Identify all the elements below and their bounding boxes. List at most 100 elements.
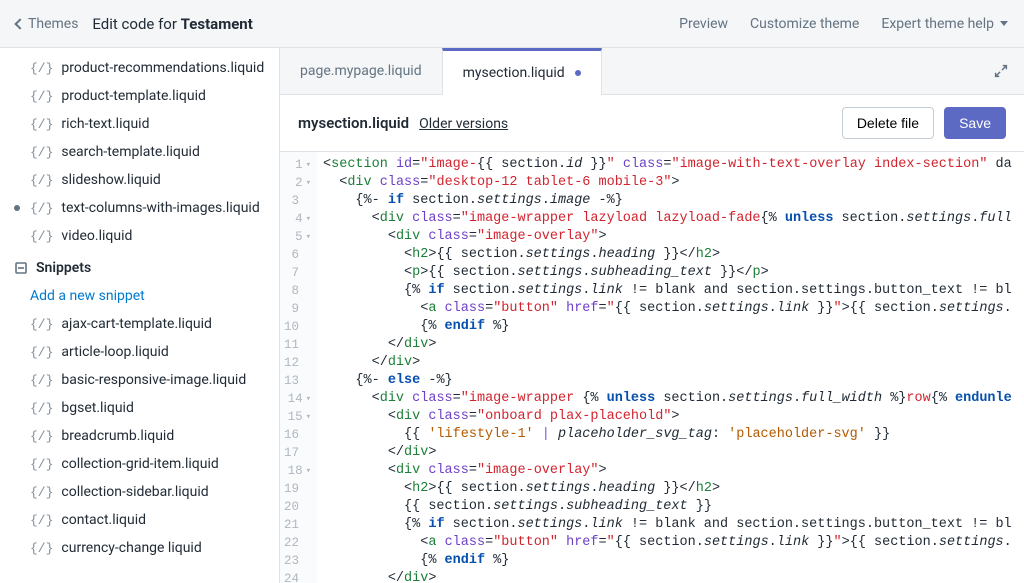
line-number: 8: [284, 282, 311, 300]
code-editor[interactable]: 1▾2▾34▾5▾67891011121314▾15▾161718▾192021…: [280, 152, 1024, 583]
file-item[interactable]: {/}text-columns-with-images.liquid: [0, 194, 279, 222]
file-item[interactable]: {/} basic-responsive-image.liquid: [0, 366, 279, 394]
code-line[interactable]: <a class="button" href="{{ section.setti…: [323, 300, 1024, 318]
code-line[interactable]: <div class="desktop-12 tablet-6 mobile-3…: [323, 174, 1024, 192]
code-line[interactable]: <div class="image-wrapper lazyload lazyl…: [323, 210, 1024, 228]
code-line[interactable]: {% endif %}: [323, 552, 1024, 570]
code-file-icon: {/}: [30, 429, 53, 444]
line-number: 16: [284, 426, 311, 444]
fold-icon[interactable]: ▾: [306, 462, 311, 480]
line-number: 3: [284, 192, 311, 210]
line-number: 10: [284, 318, 311, 336]
delete-file-button[interactable]: Delete file: [842, 107, 934, 139]
line-number: 22: [284, 534, 311, 552]
code-line[interactable]: {%- if section.settings.image -%}: [323, 192, 1024, 210]
editor: page.mypage.liquid mysection.liquid mysec…: [280, 48, 1024, 583]
code-line[interactable]: <section id="image-{{ section.id }}" cla…: [323, 156, 1024, 174]
code-line[interactable]: <a class="button" href="{{ section.setti…: [323, 534, 1024, 552]
fold-icon[interactable]: ▾: [306, 408, 311, 426]
snippets-header[interactable]: Snippets: [0, 250, 279, 282]
line-number: 15▾: [284, 408, 311, 426]
code-line[interactable]: <div class="image-overlay">: [323, 462, 1024, 480]
code-file-icon: {/}: [30, 201, 53, 216]
line-number: 7: [284, 264, 311, 282]
file-item[interactable]: {/}product-template.liquid: [0, 82, 279, 110]
code-body[interactable]: <section id="image-{{ section.id }}" cla…: [317, 152, 1024, 583]
code-line[interactable]: <h2>{{ section.settings.heading }}</h2>: [323, 246, 1024, 264]
tab[interactable]: page.mypage.liquid: [280, 48, 442, 94]
fold-icon[interactable]: ▾: [306, 210, 311, 228]
save-button[interactable]: Save: [944, 107, 1006, 139]
add-snippet-link[interactable]: Add a new snippet: [0, 282, 279, 310]
code-line[interactable]: </div>: [323, 354, 1024, 372]
older-versions-link[interactable]: Older versions: [419, 116, 508, 132]
expert-help-dropdown[interactable]: Expert theme help: [881, 16, 1008, 32]
code-file-icon: {/}: [30, 373, 53, 388]
fold-icon[interactable]: ▾: [306, 156, 311, 174]
fold-icon[interactable]: ▾: [306, 174, 311, 192]
file-item[interactable]: {/}search-template.liquid: [0, 138, 279, 166]
code-line[interactable]: <div class="onboard plax-placehold">: [323, 408, 1024, 426]
file-item[interactable]: {/}rich-text.liquid: [0, 110, 279, 138]
file-item[interactable]: {/}slideshow.liquid: [0, 166, 279, 194]
file-item[interactable]: {/}collection-sidebar.liquid: [0, 478, 279, 506]
preview-link[interactable]: Preview: [679, 16, 728, 32]
file-item[interactable]: {/}contact.liquid: [0, 506, 279, 534]
expand-button[interactable]: [978, 48, 1024, 94]
code-line[interactable]: {{ 'lifestyle-1' | placeholder_svg_tag: …: [323, 426, 1024, 444]
file-item[interactable]: {/} currency-change liquid: [0, 534, 279, 562]
fold-icon[interactable]: ▾: [306, 390, 311, 408]
code-file-icon: {/}: [30, 541, 53, 556]
file-item[interactable]: {/}article-loop.liquid: [0, 338, 279, 366]
code-line[interactable]: {% endif %}: [323, 318, 1024, 336]
code-file-icon: {/}: [30, 61, 53, 76]
code-file-icon: {/}: [30, 317, 53, 332]
line-number: 17: [284, 444, 311, 462]
file-item[interactable]: {/} breadcrumb.liquid: [0, 422, 279, 450]
line-number: 18▾: [284, 462, 311, 480]
code-line[interactable]: </div>: [323, 570, 1024, 583]
tabs: page.mypage.liquid mysection.liquid: [280, 48, 1024, 95]
code-line[interactable]: {{ section.settings.subheading_text }}: [323, 498, 1024, 516]
filebar: mysection.liquid Older versions Delete f…: [280, 95, 1024, 152]
line-number: 11: [284, 336, 311, 354]
page-title: Edit code for Testament: [92, 15, 252, 33]
line-number: 23: [284, 552, 311, 570]
fold-icon[interactable]: ▾: [306, 228, 311, 246]
code-file-icon: {/}: [30, 401, 53, 416]
file-label: collection-grid-item.liquid: [61, 456, 218, 472]
customize-link[interactable]: Customize theme: [750, 16, 859, 32]
file-label: search-template.liquid: [61, 144, 199, 160]
code-line[interactable]: <p>{{ section.settings.subheading_text }…: [323, 264, 1024, 282]
back-link[interactable]: Themes: [16, 16, 78, 32]
file-item[interactable]: {/}ajax-cart-template.liquid: [0, 310, 279, 338]
code-line[interactable]: </div>: [323, 444, 1024, 462]
file-label: article-loop.liquid: [61, 344, 168, 360]
tab-spacer: [602, 48, 978, 94]
back-label: Themes: [28, 16, 78, 32]
file-label: breadcrumb.liquid: [61, 428, 174, 444]
code-line[interactable]: <h2>{{ section.settings.heading }}</h2>: [323, 480, 1024, 498]
code-line[interactable]: <div class="image-wrapper {% unless sect…: [323, 390, 1024, 408]
topbar: Themes Edit code for Testament Preview C…: [0, 0, 1024, 48]
file-label: currency-change liquid: [61, 540, 201, 556]
line-number: 1▾: [284, 156, 311, 174]
file-label: basic-responsive-image.liquid: [61, 372, 246, 388]
file-label: bgset.liquid: [61, 400, 133, 416]
line-number: 4▾: [284, 210, 311, 228]
code-file-icon: {/}: [30, 485, 53, 500]
code-line[interactable]: {% if section.settings.link != blank and…: [323, 516, 1024, 534]
file-item[interactable]: {/} bgset.liquid: [0, 394, 279, 422]
file-item[interactable]: {/} collection-grid-item.liquid: [0, 450, 279, 478]
sidebar[interactable]: {/}product-recommendations.liquid{/}prod…: [0, 48, 280, 583]
tab[interactable]: mysection.liquid: [442, 48, 602, 95]
file-label: product-template.liquid: [61, 88, 205, 104]
code-file-icon: {/}: [30, 457, 53, 472]
tab-label: mysection.liquid: [463, 65, 565, 81]
file-item[interactable]: {/}product-recommendations.liquid: [0, 54, 279, 82]
code-line[interactable]: <div class="image-overlay">: [323, 228, 1024, 246]
code-line[interactable]: {%- else -%}: [323, 372, 1024, 390]
code-line[interactable]: </div>: [323, 336, 1024, 354]
file-item[interactable]: {/}video.liquid: [0, 222, 279, 250]
code-line[interactable]: {% if section.settings.link != blank and…: [323, 282, 1024, 300]
